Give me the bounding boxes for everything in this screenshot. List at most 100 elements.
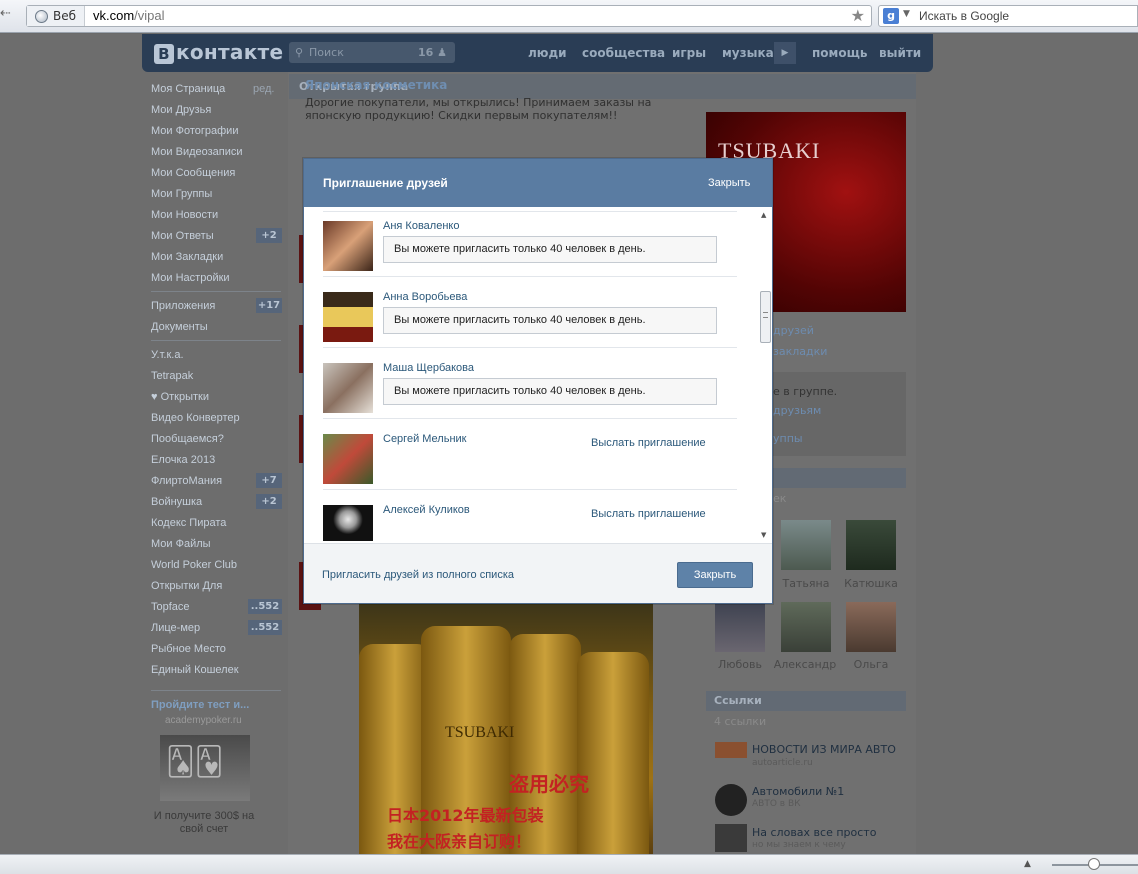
menu-my-page[interactable]: Моя Страница xyxy=(151,83,225,95)
friend-name-link[interactable]: Анна Воробьева xyxy=(383,291,467,303)
post-image[interactable]: TSUBAKI 盗用必究 日本2012年最新包装 我在大阪亲自订购！ xyxy=(359,604,653,874)
nav-games[interactable]: игры xyxy=(672,46,706,60)
scroll-up-icon[interactable]: ▲ xyxy=(761,211,766,219)
menu-app-item[interactable]: У.т.к.а. xyxy=(151,349,184,361)
link-title[interactable]: На словах все просто xyxy=(752,826,876,839)
close-button[interactable]: Закрыть xyxy=(677,562,753,588)
avatar[interactable] xyxy=(323,434,373,484)
vk-logo[interactable]: Вконтакте xyxy=(154,40,283,64)
dialog-close-link[interactable]: Закрыть xyxy=(708,177,750,189)
menu-app-item[interactable]: Войнушка xyxy=(151,496,202,508)
avatar[interactable] xyxy=(846,520,896,570)
avatar[interactable] xyxy=(323,363,373,413)
scroll-thumb[interactable] xyxy=(760,291,771,343)
invite-from-full-list-link[interactable]: Пригласить друзей из полного списка xyxy=(322,569,514,581)
menu-app-item[interactable]: Topface xyxy=(151,601,190,613)
friend-name[interactable]: Татьяна xyxy=(776,577,836,590)
avatar[interactable] xyxy=(781,602,831,652)
menu-photos[interactable]: Мои Фотографии xyxy=(151,125,238,137)
menu-app-item[interactable]: Кодекс Пирата xyxy=(151,517,226,529)
menu-app-item[interactable]: Tetrapak xyxy=(151,370,193,382)
menu-app-item[interactable]: World Poker Club xyxy=(151,559,237,571)
avatar[interactable] xyxy=(846,602,896,652)
menu-app-item[interactable]: Мои Файлы xyxy=(151,538,211,550)
nav-people[interactable]: люди xyxy=(528,46,567,60)
menu-groups[interactable]: Мои Группы xyxy=(151,188,212,200)
menu-news[interactable]: Мои Новости xyxy=(151,209,218,221)
vk-search-input[interactable]: ⚲ Поиск 16 ♟ xyxy=(289,42,455,63)
menu-app-item[interactable]: Лице-мер xyxy=(151,622,200,634)
menu-videos[interactable]: Мои Видеозаписи xyxy=(151,146,243,158)
app-badge[interactable]: +7 xyxy=(256,473,282,488)
search-placeholder[interactable]: Искать в Google xyxy=(919,9,1009,23)
send-invite-link[interactable]: Выслать приглашение xyxy=(591,508,706,520)
avatar[interactable] xyxy=(715,602,765,652)
app-badge[interactable]: ..552 xyxy=(248,620,282,635)
friend-name[interactable]: Катюшка xyxy=(841,577,901,590)
back-arrow-icon[interactable]: ⇠ xyxy=(0,6,18,26)
menu-documents[interactable]: Документы xyxy=(151,321,208,333)
menu-app-item[interactable]: ФлиртоМания xyxy=(151,475,222,487)
app-badge[interactable]: +2 xyxy=(256,494,282,509)
avatar[interactable] xyxy=(323,292,373,342)
apps-badge[interactable]: +17 xyxy=(256,298,282,313)
invite-friends-link[interactable]: друзей xyxy=(773,324,814,337)
send-invite-link[interactable]: Выслать приглашение xyxy=(591,437,706,449)
menu-friends[interactable]: Мои Друзья xyxy=(151,104,211,116)
leave-group-link[interactable]: уппы xyxy=(773,432,803,445)
scroll-down-icon[interactable]: ▼ xyxy=(761,531,766,539)
menu-app-item[interactable]: ♥ Открытки xyxy=(151,391,209,403)
menu-app-item[interactable]: Рыбное Место xyxy=(151,643,226,655)
menu-app-item[interactable]: Единый Кошелек xyxy=(151,664,239,676)
tell-friends-link[interactable]: друзьям xyxy=(773,404,821,417)
friend-name[interactable]: Ольга xyxy=(841,658,901,671)
app-badge[interactable]: ..552 xyxy=(248,599,282,614)
menu-edit-link[interactable]: ред. xyxy=(253,83,274,95)
arrow-up-icon[interactable]: ▲ xyxy=(1024,859,1031,869)
scrollbar[interactable]: ▲ ▼ xyxy=(758,209,772,541)
bookmark-star-icon[interactable]: ★ xyxy=(851,6,865,25)
ad-image[interactable]: 🂡🂱 xyxy=(160,735,250,801)
link-thumbnail[interactable] xyxy=(715,742,747,758)
site-identity[interactable]: Веб xyxy=(27,6,85,26)
group-title[interactable]: Японская косметика xyxy=(305,78,447,92)
link-thumbnail[interactable] xyxy=(715,824,747,852)
avatar[interactable] xyxy=(323,505,373,541)
ad-text[interactable]: И получите 300$ на свой счет xyxy=(150,810,258,836)
google-icon[interactable]: g xyxy=(883,8,899,24)
address-bar[interactable]: Веб vk.com/vipal ★ xyxy=(26,5,872,27)
nav-music[interactable]: музыка xyxy=(722,46,774,60)
menu-answers[interactable]: Мои Ответы xyxy=(151,230,214,242)
menu-app-item[interactable]: Пообщаемся? xyxy=(151,433,224,445)
menu-app-item[interactable]: Видео Конвертер xyxy=(151,412,240,424)
avatar[interactable] xyxy=(323,221,373,271)
links-header[interactable]: Ссылки xyxy=(706,691,906,711)
nav-help[interactable]: помощь xyxy=(812,46,867,60)
link-title[interactable]: НОВОСТИ ИЗ МИРА АВТО xyxy=(752,743,896,756)
zoom-slider-handle[interactable] xyxy=(1088,858,1100,870)
menu-app-item[interactable]: Елочка 2013 xyxy=(151,454,215,466)
menu-settings[interactable]: Мои Настройки xyxy=(151,272,230,284)
menu-apps[interactable]: Приложения xyxy=(151,300,215,312)
nav-communities[interactable]: сообщества xyxy=(582,46,665,60)
search-box[interactable]: g ▼ Искать в Google xyxy=(878,5,1138,27)
friend-name-link[interactable]: Аня Коваленко xyxy=(383,220,459,232)
friend-name-link[interactable]: Алексей Куликов xyxy=(383,504,470,516)
ad-title[interactable]: Пройдите тест и... xyxy=(151,699,249,711)
bookmarks-link[interactable]: закладки xyxy=(773,345,827,358)
friend-name-link[interactable]: Маша Щербакова xyxy=(383,362,474,374)
answers-badge[interactable]: +2 xyxy=(256,228,282,243)
avatar[interactable] xyxy=(781,520,831,570)
friend-name-link[interactable]: Сергей Мельник xyxy=(383,433,467,445)
friend-name[interactable]: Александр xyxy=(772,658,838,671)
friend-name[interactable]: Любовь xyxy=(710,658,770,671)
menu-messages[interactable]: Мои Сообщения xyxy=(151,167,235,179)
chevron-down-icon[interactable]: ▼ xyxy=(903,9,910,19)
nav-logout[interactable]: выйти xyxy=(879,46,921,60)
play-icon[interactable]: ▶ xyxy=(774,42,796,64)
url-text[interactable]: vk.com/vipal xyxy=(93,8,165,23)
ad-domain[interactable]: academypoker.ru xyxy=(165,715,242,726)
menu-app-item[interactable]: Открытки Для xyxy=(151,580,222,592)
link-title[interactable]: Автомобили №1 xyxy=(752,785,844,798)
menu-bookmarks[interactable]: Мои Закладки xyxy=(151,251,223,263)
